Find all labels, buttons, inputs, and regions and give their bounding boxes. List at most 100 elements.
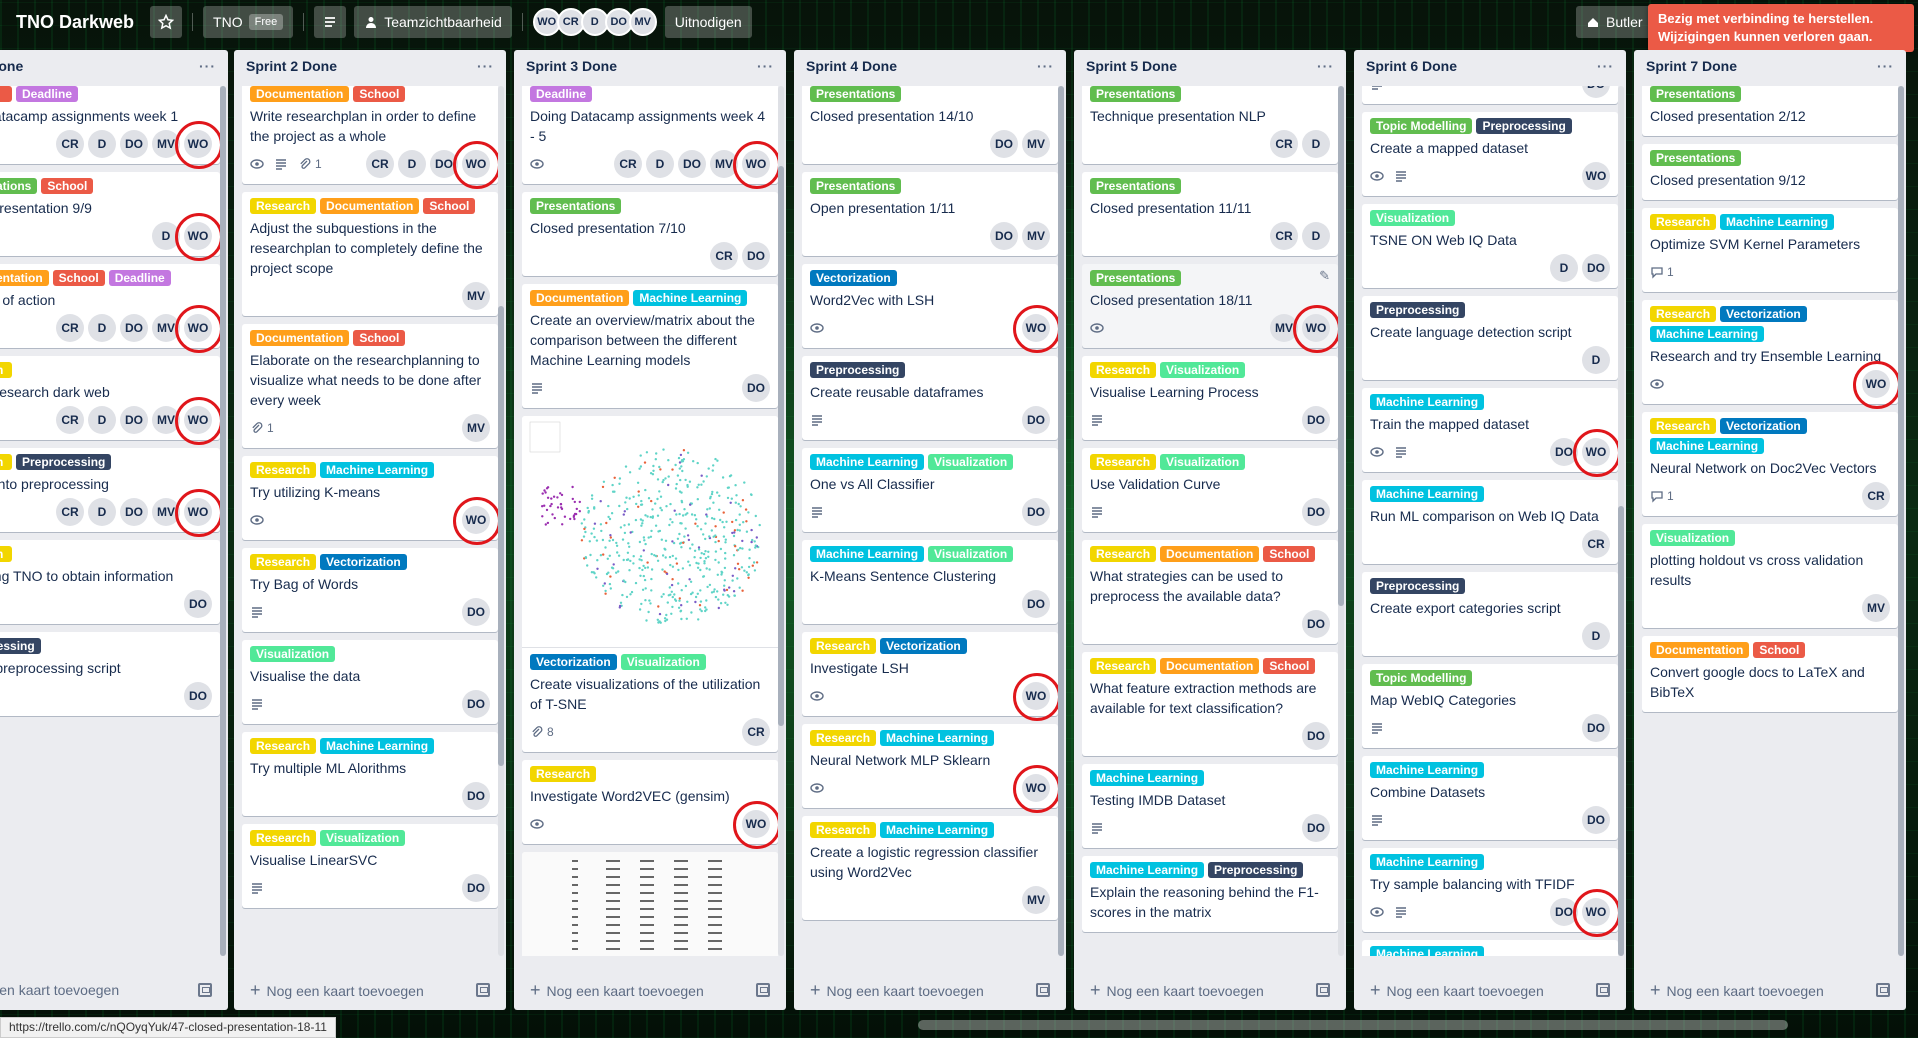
card[interactable]: Presentations Closed presentation 7/10 CR D… <box>522 192 778 276</box>
add-card-button[interactable]: + Nog een kaart toevoegen <box>242 976 498 1004</box>
card-label[interactable]: Machine Learning <box>320 738 435 754</box>
member-avatar[interactable]: CR <box>614 150 642 178</box>
member-avatar[interactable]: WO <box>1853 361 1898 409</box>
card-label[interactable]: Preprocessing <box>1476 118 1572 134</box>
card-label[interactable]: Documentation <box>320 198 420 214</box>
member-avatar[interactable]: CR <box>1582 530 1610 558</box>
card-label[interactable]: entations <box>0 178 38 194</box>
edit-pencil-icon[interactable]: ✎ <box>1319 268 1330 284</box>
card-label[interactable]: Presentations <box>1090 270 1182 286</box>
card-label[interactable]: School <box>353 330 406 346</box>
member-avatar[interactable]: D <box>1582 346 1610 374</box>
list-scrollbar[interactable] <box>1618 86 1624 956</box>
member-avatar[interactable]: DO <box>742 242 770 270</box>
card-label[interactable]: Machine Learning <box>1370 946 1485 956</box>
list-menu-icon[interactable]: ··· <box>477 58 494 74</box>
card-label[interactable]: Presentations <box>1090 86 1182 102</box>
card-label[interactable]: Research <box>810 822 877 838</box>
list-scrollbar[interactable] <box>1338 86 1344 956</box>
add-card-button[interactable]: + Nog een kaart toevoegen <box>522 976 778 1004</box>
member-avatar[interactable]: WO <box>1013 765 1058 813</box>
card-label[interactable]: Presentations <box>530 198 622 214</box>
member-avatar[interactable]: D <box>1302 130 1330 158</box>
member-avatar[interactable]: WO <box>1013 305 1058 353</box>
card-label[interactable]: Visualization <box>320 830 406 846</box>
card[interactable]: Research Documentation School What strategi… <box>1082 540 1338 644</box>
add-card-button[interactable]: og een kaart toevoegen <box>0 976 220 1004</box>
card[interactable]: Presentations Closed presentation 18/11 MV… <box>1082 264 1338 353</box>
list-title[interactable]: Sprint 4 Done <box>806 58 897 74</box>
card-label[interactable]: Preprocessing <box>16 454 112 470</box>
board-horizontal-scrollbar[interactable] <box>918 1020 1788 1030</box>
add-card-button[interactable]: + Nog een kaart toevoegen <box>1362 976 1618 1004</box>
list-menu-icon[interactable]: ··· <box>1597 58 1614 74</box>
card[interactable]: Machine Learning <box>1362 940 1618 956</box>
card-label[interactable]: Documentation <box>250 330 350 346</box>
card-label[interactable]: Research <box>810 730 877 746</box>
card-label[interactable]: Machine Learning <box>810 546 925 562</box>
card[interactable]: Preprocessing Create language detection s… <box>1362 296 1618 380</box>
card-label[interactable]: Presentations <box>1090 178 1182 194</box>
card[interactable]: arch acting TNO to obtain information DO <box>0 540 220 624</box>
member-avatar[interactable]: CR <box>710 242 738 270</box>
list-title[interactable]: Sprint 2 Done <box>246 58 337 74</box>
member-avatar[interactable]: MV <box>1022 222 1050 250</box>
card-label[interactable]: Documentation <box>250 86 350 102</box>
card-label[interactable]: Presentations <box>810 86 902 102</box>
member-avatar[interactable]: D <box>398 150 426 178</box>
card-label[interactable]: Machine Learning <box>1370 762 1485 778</box>
card-label[interactable]: Machine Learning <box>1370 486 1485 502</box>
card[interactable]: Research Machine Learning Try utilizing K-… <box>242 456 498 545</box>
card[interactable]: Presentations Closed presentation 9/12 <box>1642 144 1898 200</box>
list-header[interactable]: t 1 Done ··· <box>0 50 228 82</box>
member-avatar[interactable]: DO <box>990 130 1018 158</box>
card-label[interactable]: Documentation <box>1160 658 1260 674</box>
card-label[interactable]: Documentation <box>530 290 630 306</box>
list-menu-icon[interactable]: ··· <box>1037 58 1054 74</box>
member-avatar[interactable]: DO <box>184 590 212 618</box>
list-header[interactable]: Sprint 7 Done ··· <box>1634 50 1906 82</box>
card[interactable]: archPreprocessinging into preprocessingC… <box>0 448 220 537</box>
card-label[interactable]: Preprocessing <box>1370 302 1466 318</box>
card-label[interactable]: Vectorization <box>1720 306 1807 322</box>
list-scrollbar[interactable] <box>1058 86 1064 956</box>
card-label[interactable]: Visualization <box>620 654 706 670</box>
list-scrollbar-thumb[interactable] <box>220 86 226 956</box>
member-avatar[interactable]: WO <box>1573 429 1618 477</box>
card-template-icon[interactable] <box>1316 983 1330 997</box>
card[interactable]: Presentations Closed presentation 14/10 DO… <box>802 86 1058 164</box>
member-avatar[interactable]: WO <box>733 141 778 189</box>
list-menu-icon[interactable]: ··· <box>757 58 774 74</box>
card-template-icon[interactable] <box>198 983 212 997</box>
list-title[interactable]: Sprint 3 Done <box>526 58 617 74</box>
card-label[interactable]: arch <box>0 454 12 470</box>
star-button[interactable] <box>150 6 183 38</box>
card-template-icon[interactable] <box>756 983 770 997</box>
card-label[interactable]: Visualization <box>1160 454 1246 470</box>
list-title[interactable]: Sprint 6 Done <box>1366 58 1457 74</box>
list-scrollbar-thumb[interactable] <box>1338 86 1344 606</box>
card-label[interactable]: Machine Learning <box>1720 214 1835 230</box>
member-avatar[interactable]: WO <box>1573 889 1618 937</box>
card-label[interactable]: Research <box>530 766 597 782</box>
card-label[interactable]: Research <box>1090 658 1157 674</box>
member-avatar[interactable]: DO <box>462 598 490 626</box>
member-avatar[interactable]: D <box>88 314 116 342</box>
card[interactable]: arch ain research dark web1CRDDOMVWO <box>0 356 220 445</box>
card[interactable]: Research Investigate Word2VEC (gensim) WO <box>522 760 778 849</box>
board-title[interactable]: TNO Darkweb <box>8 8 142 37</box>
card-label[interactable]: School <box>1263 658 1316 674</box>
board-menu-button[interactable] <box>314 6 347 38</box>
list-title[interactable]: t 1 Done <box>0 58 23 74</box>
member-avatar[interactable]: DO <box>1582 806 1610 834</box>
butler-button[interactable]: Butler <box>1576 6 1653 38</box>
list-scrollbar-thumb[interactable] <box>1898 86 1904 956</box>
card[interactable]: Research Visualization Visualise LinearSVC… <box>242 824 498 908</box>
card[interactable]: entationsSchool ed presentation 9/9 DWO <box>0 172 220 261</box>
card[interactable]: umentationSchoolDeadline plan of action1C… <box>0 264 220 353</box>
card[interactable]: Research Machine Learning Neural Network M… <box>802 724 1058 813</box>
card[interactable]: Visualization Visualise the data DO <box>242 640 498 724</box>
card[interactable]: Research Machine Learning Create a logisti… <box>802 816 1058 920</box>
member-avatar[interactable]: MV <box>462 414 490 442</box>
member-avatar[interactable]: CR <box>742 718 770 746</box>
